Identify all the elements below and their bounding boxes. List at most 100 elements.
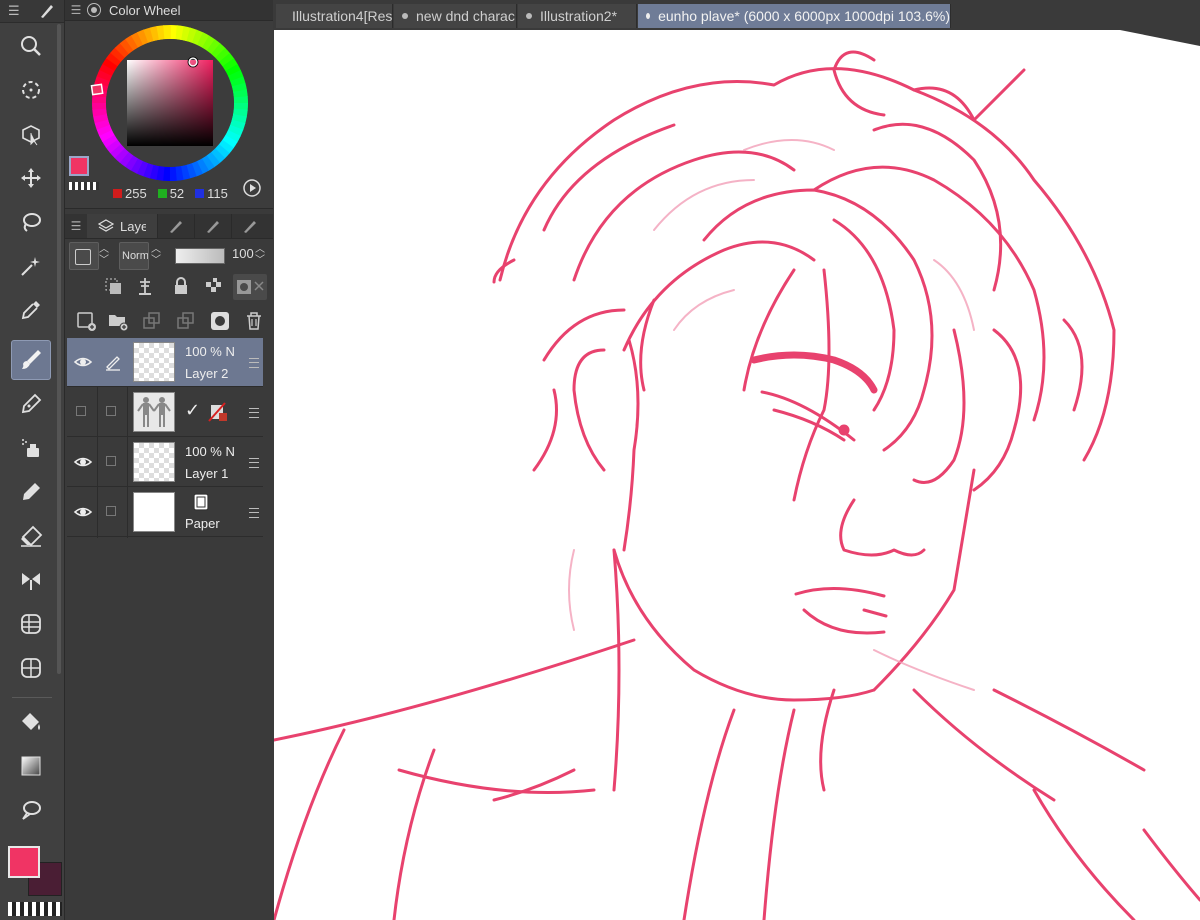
document-tab-bar: Illustration4[Res new dnd charac Illustr… [274,0,1200,30]
tab-sub-tool-1[interactable] [157,214,194,238]
pen-icon[interactable] [38,2,56,25]
doc-tab-3[interactable]: Illustration2* [518,4,637,28]
sub-color-swatch[interactable] [69,182,99,190]
layer-menu-icon[interactable]: ☰ [65,219,87,233]
new-raster-layer-icon[interactable] [75,310,97,332]
lock-checkbox[interactable] [106,406,116,416]
layer-row-paper[interactable]: Paper [67,488,263,537]
new-folder-icon[interactable] [107,310,129,332]
blend-icon [22,573,40,590]
layer-thumbnail [133,342,175,382]
visibility-checkbox[interactable] [76,406,86,416]
opacity-value[interactable]: 100 [232,246,254,261]
eyedropper-tool-button[interactable] [11,290,51,330]
eraser-tool-button[interactable] [11,516,51,556]
move-tool-button[interactable] [11,158,51,198]
lock-transparency-icon[interactable] [203,276,223,296]
layer-thumbnail [133,392,175,432]
fill-tool-button[interactable] [11,702,51,742]
merge-layer-icon[interactable] [175,310,197,332]
layer-row-3d-figure[interactable]: ✓ [67,388,263,437]
layer-panel-tabs: ☰ Layer [65,214,273,239]
layer-row-layer-1[interactable]: 100 % N Layer 1 [67,438,263,487]
rotate-tool-button[interactable] [11,70,51,110]
lock-checkbox[interactable] [106,456,116,466]
main-drawing-color[interactable] [8,846,40,878]
drag-handle-icon[interactable] [249,508,259,518]
tool-bar: ☰ [0,0,65,920]
drag-handle-icon[interactable] [249,358,259,368]
layer-tab-label: Layer [120,218,146,234]
checkmark-icon: ✓ [185,400,201,420]
menu-icon[interactable]: ☰ [8,3,20,19]
color-panel-title: Color Wheel [109,2,181,18]
drag-handle-icon[interactable] [249,458,259,468]
toolbar-scrollbar[interactable] [57,24,61,674]
airbrush-icon [22,439,39,457]
brush-tool-button[interactable] [11,340,51,380]
gradient-tool-button[interactable] [11,746,51,786]
doc-tab-label: new dnd charac [416,8,515,24]
mask-toggle-button[interactable] [233,274,267,300]
layer-color-mode-button[interactable] [69,242,99,270]
zoom-icon [21,36,41,56]
zoom-tool-button[interactable] [11,26,51,66]
transparent-color[interactable] [8,902,62,916]
opacity-slider[interactable] [175,248,225,264]
color-wheel-tab-icon[interactable] [87,3,101,17]
reference-layer-icon[interactable] [135,276,155,296]
doc-tab-2[interactable]: new dnd charac [394,4,517,28]
layer-thumbnail [133,442,175,482]
trash-icon[interactable] [243,310,265,332]
chevron-updown-icon[interactable]: ︿ ﹀ [255,244,265,266]
airbrush-tool-button[interactable] [11,428,51,468]
pen-tool-button[interactable] [11,384,51,424]
tab-sub-tool-3[interactable] [231,214,268,238]
layer-mask-icon[interactable] [209,310,231,332]
palette-menu-icon[interactable]: ☰ [65,3,87,17]
doc-tab-label: eunho plave* (6000 x 6000px 1000dpi 103.… [658,8,950,24]
green-value: 52 [169,186,185,201]
transfer-layer-icon[interactable] [141,310,163,332]
doc-tab-active[interactable]: eunho plave* (6000 x 6000px 1000dpi 103.… [638,4,951,28]
layer-panel: ☰ Layer ︿﹀ Norm ︿﹀ 100 ︿﹀ [65,214,273,920]
lock-icon[interactable] [171,276,191,296]
color-wheel[interactable] [89,22,251,184]
layer-name: Paper [185,516,220,531]
visibility-eye-icon[interactable] [73,352,93,372]
layer-name: Layer 2 [185,366,229,381]
layer-name: Layer 1 [185,466,229,481]
layer-opacity-blend: 100 % N [185,444,235,459]
lock-checkbox[interactable] [106,506,116,516]
visibility-eye-icon[interactable] [73,502,93,522]
figure-tool-button[interactable] [11,604,51,644]
red-value: 255 [125,186,147,201]
current-color-swatch[interactable] [69,156,89,176]
sketch-artwork [274,30,1200,920]
balloon-tool-button[interactable] [11,790,51,830]
drag-handle-icon[interactable] [249,408,259,418]
doc-tab-1[interactable]: Illustration4[Res [276,4,393,28]
tab-dot-icon [526,13,532,19]
layer-row-layer-2[interactable]: 100 % N Layer 2 [67,338,263,387]
chevron-updown-icon[interactable]: ︿ ﹀ [99,244,109,266]
frame-tool-button[interactable] [11,648,51,688]
tab-layer[interactable]: Layer [87,214,157,238]
layer-opacity-blend: 100 % N [185,344,235,359]
auto-select-tool-button[interactable] [11,246,51,286]
blend-tool-button[interactable] [11,560,51,600]
color-mode-toggle-icon[interactable] [242,178,262,198]
clip-layer-icon[interactable] [103,276,123,296]
drawing-canvas[interactable] [274,30,1200,920]
lasso-tool-button[interactable] [11,202,51,242]
chevron-updown-icon[interactable]: ︿ ﹀ [151,244,161,266]
frame-icon [21,658,41,678]
tab-sub-tool-2[interactable] [194,214,231,238]
visibility-eye-icon[interactable] [73,452,93,472]
tab-dot-icon [402,13,408,19]
eyedropper-icon [21,301,40,320]
layers-icon [98,219,114,232]
decoration-tool-button[interactable] [11,472,51,512]
blend-mode-select[interactable]: Norm [119,242,149,270]
object-tool-button[interactable] [11,114,51,154]
